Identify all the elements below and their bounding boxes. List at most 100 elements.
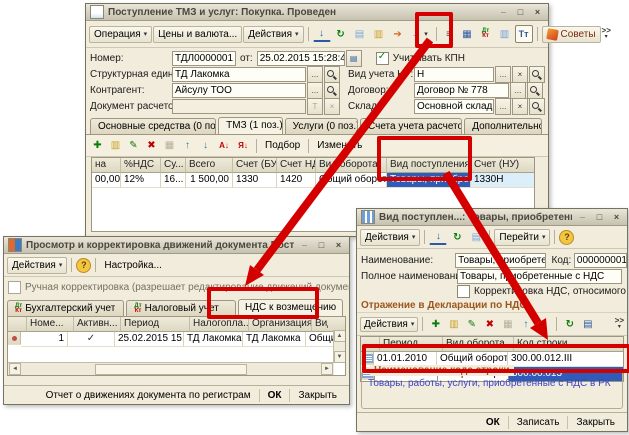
move-down-icon[interactable]: ↓: [197, 137, 214, 155]
ellipsis-button[interactable]: ...: [307, 66, 323, 83]
clear-button[interactable]: ×: [324, 98, 340, 115]
vertical-scrollbar[interactable]: [333, 330, 345, 363]
ellipsis-button[interactable]: ...: [495, 66, 511, 83]
window-titlebar[interactable]: Просмотр и корректировка движений докуме…: [4, 237, 349, 254]
date-input[interactable]: 25.02.2015 15:28:4: [257, 51, 345, 66]
cell-total[interactable]: 1 500,00: [186, 173, 233, 188]
delete-row-icon[interactable]: ✖: [481, 315, 498, 333]
nu-kind-input[interactable]: Н: [414, 67, 494, 82]
help-icon[interactable]: ?: [76, 258, 91, 273]
save-button[interactable]: Записать: [508, 416, 568, 429]
refresh-icon[interactable]: ↻: [448, 228, 466, 246]
scroll-right-icon[interactable]: [321, 363, 333, 375]
copy-row-icon[interactable]: ▥: [107, 137, 124, 155]
tab-fixed-assets[interactable]: Основные средства (0 поз.): [90, 118, 216, 134]
calendar-icon[interactable]: ▤: [346, 50, 362, 67]
minimize-button[interactable]: [497, 7, 510, 18]
column-header[interactable]: Активн...: [74, 317, 121, 332]
sort-descending-icon[interactable]: Я↓: [234, 137, 252, 155]
cell-vat-rate[interactable]: 12%: [121, 173, 161, 188]
code-input[interactable]: 000000001: [574, 253, 627, 268]
ellipsis-button[interactable]: ...: [495, 98, 511, 115]
move-down-icon[interactable]: ↓: [535, 315, 552, 333]
tab-tmz[interactable]: ТМЗ (1 поз.): [218, 117, 283, 134]
settlement-doc-input[interactable]: [172, 99, 306, 114]
minimize-button[interactable]: [298, 240, 311, 251]
window-titlebar[interactable]: Поступление ТМЗ и услуг: Покупка. Провед…: [86, 4, 548, 21]
maximize-button[interactable]: [514, 7, 527, 18]
column-header[interactable]: Период: [121, 317, 190, 332]
vat-adjustment-checkbox[interactable]: [457, 285, 470, 298]
column-header[interactable]: Налогопла...: [190, 317, 249, 332]
cell-organization[interactable]: ТД Лакомка: [243, 332, 306, 347]
lookup-button[interactable]: [527, 82, 543, 99]
copy-document-icon[interactable]: ▥: [370, 25, 388, 43]
close-button[interactable]: [332, 240, 345, 251]
lookup-button[interactable]: [324, 82, 340, 99]
table-row[interactable]: 00,00 12% 16... 1 500,00 1330 1420 Общий…: [92, 173, 534, 188]
lookup-button[interactable]: [529, 98, 545, 115]
warehouse-input[interactable]: Основной склад: [414, 99, 494, 114]
column-header[interactable]: Организация: [249, 317, 312, 332]
cell-account-nu[interactable]: 1330Н: [471, 173, 534, 188]
add-row-icon[interactable]: ✚: [427, 315, 444, 333]
close-button[interactable]: Закрыть: [567, 416, 623, 429]
column-header[interactable]: Вид поступления: [387, 158, 471, 173]
cell-price[interactable]: 00,00: [92, 173, 121, 188]
scroll-up-icon[interactable]: [334, 330, 346, 342]
toolbar-overflow-button[interactable]: >>: [615, 318, 624, 330]
cell-account-vat[interactable]: 1420: [277, 173, 316, 188]
column-header[interactable]: Вид оборота: [316, 158, 387, 173]
number-input[interactable]: ТДЛ0000001: [172, 51, 236, 66]
horizontal-scrollbar[interactable]: [8, 362, 334, 375]
actions-menu-button[interactable]: Действия: [7, 257, 67, 274]
sort-ascending-icon[interactable]: А↓: [215, 137, 233, 155]
cell-taxpayer[interactable]: ТД Лакомка: [184, 332, 243, 347]
contractor-input[interactable]: Айсулу ТОО: [172, 83, 306, 98]
name-input[interactable]: Товары, приобретенные с: [455, 253, 545, 268]
structural-unit-input[interactable]: ТД Лакомка: [172, 67, 306, 82]
lookup-button[interactable]: [529, 66, 545, 83]
column-header[interactable]: %НДС: [121, 158, 161, 173]
tab-tax-accounting[interactable]: ДтКт Налоговый учет: [126, 300, 236, 316]
cell-line-code[interactable]: 300.00.012.III: [508, 352, 623, 367]
find-icon[interactable]: ▤: [579, 315, 596, 333]
new-item-icon[interactable]: ▤: [467, 228, 485, 246]
contract-input[interactable]: Договор № 778: [414, 83, 509, 98]
ok-button[interactable]: ОК: [259, 389, 290, 402]
cell-receipt-kind[interactable]: Товары, приобрет...: [387, 173, 471, 188]
list-icon[interactable]: ≡: [441, 25, 458, 43]
column-header[interactable]: Всего: [186, 158, 233, 173]
help-icon[interactable]: ?: [559, 230, 574, 245]
tab-vat-refund[interactable]: НДС к возмещению: [238, 299, 343, 316]
document-arrow-icon[interactable]: ➔: [389, 25, 407, 43]
cell-active[interactable]: ✓: [68, 332, 115, 347]
clear-button[interactable]: ×: [512, 66, 528, 83]
kpn-checkbox[interactable]: [376, 52, 389, 65]
copy-row-icon[interactable]: ▥: [445, 315, 462, 333]
full-name-input[interactable]: Товары, приобретенные с НДС: [457, 269, 622, 284]
minimize-button[interactable]: [576, 212, 589, 223]
save-post-icon[interactable]: ↓: [313, 26, 331, 42]
ellipsis-button[interactable]: ...: [307, 82, 323, 99]
column-header[interactable]: Счет НДС: [277, 158, 316, 173]
tab-settlement-accounts[interactable]: Счета учета расчетов: [360, 118, 462, 134]
column-header[interactable]: Код строки: [514, 337, 623, 352]
delete-row-icon[interactable]: ✖: [143, 137, 160, 155]
table-row[interactable]: 1 ✓ 25.02.2015 15:28:... ТД Лакомка ТД Л…: [8, 332, 345, 347]
cell-period[interactable]: 25.02.2015 15:28:...: [115, 332, 184, 347]
scrollbar-thumb[interactable]: [95, 364, 247, 375]
maximize-button[interactable]: [593, 212, 606, 223]
move-up-icon[interactable]: ↑: [179, 137, 196, 155]
structure-icon[interactable]: ▦: [459, 25, 476, 43]
document-journal-icon[interactable]: ▥: [496, 25, 514, 43]
cell-vat-sum[interactable]: 16...: [161, 173, 186, 188]
post-document-icon[interactable]: ↻: [332, 25, 350, 43]
close-button[interactable]: Закрыть: [289, 389, 345, 402]
cell-number[interactable]: 1: [21, 332, 68, 347]
movements-report-button[interactable]: Отчет о движениях документа по регистрам: [38, 389, 259, 402]
podbor-button[interactable]: Подбор: [261, 140, 304, 151]
move-up-icon[interactable]: ↑: [517, 315, 534, 333]
tt-description-toggle[interactable]: Тт: [515, 25, 533, 43]
tab-accounting[interactable]: ДтКт Бухгалтерский учет: [7, 300, 124, 316]
